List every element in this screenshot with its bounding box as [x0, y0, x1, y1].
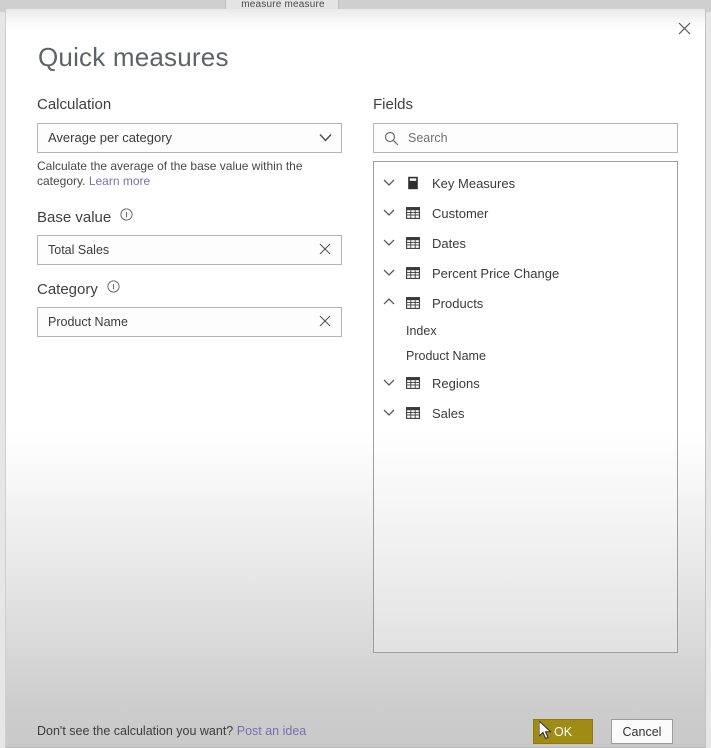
- fields-tree: Key Measures Customer Dates Percent Price C…: [374, 168, 677, 428]
- field-tree-label: Customer: [432, 205, 489, 221]
- table-icon: [406, 296, 420, 310]
- field-tree-label: Key Measures: [432, 175, 516, 191]
- field-tree-label: Products: [432, 295, 484, 311]
- base-value-heading-text: Base value: [37, 209, 112, 226]
- chevron-down-icon[interactable]: [383, 376, 397, 390]
- info-icon[interactable]: [120, 208, 133, 221]
- category-field-value: Product Name: [48, 315, 128, 329]
- chevron-down-icon[interactable]: [383, 236, 397, 250]
- field-tree-label: Regions: [432, 375, 480, 391]
- base-value-field[interactable]: Total Sales: [37, 235, 342, 265]
- field-tree-label: Percent Price Change: [432, 265, 560, 281]
- dialog-top-shade: [6, 9, 705, 31]
- category-heading: Category: [37, 280, 120, 298]
- quick-measures-dialog: Quick measures Calculation Average per c…: [5, 9, 706, 748]
- chevron-down-icon[interactable]: [383, 176, 397, 190]
- field-tree-table[interactable]: Customer: [374, 198, 677, 228]
- search-input[interactable]: Search: [373, 123, 678, 153]
- learn-more-link[interactable]: Learn more: [89, 174, 150, 188]
- table-icon: [406, 236, 420, 250]
- field-tree-table[interactable]: Key Measures: [374, 168, 677, 198]
- info-icon[interactable]: [107, 280, 120, 293]
- calculation-selected-value: Average per category: [48, 130, 173, 145]
- calculation-dropdown[interactable]: Average per category: [37, 123, 342, 153]
- field-tree-table[interactable]: Products: [374, 288, 677, 318]
- field-tree-label: Index: [406, 323, 437, 338]
- category-field[interactable]: Product Name: [37, 307, 342, 337]
- post-an-idea-link[interactable]: Post an idea: [237, 724, 307, 738]
- table-icon: [406, 376, 420, 390]
- ok-button[interactable]: OK: [533, 719, 593, 744]
- screen: measure measure Quick measures Calculati…: [0, 0, 711, 748]
- field-tree-table[interactable]: Sales: [374, 398, 677, 428]
- field-tree-label: Product Name: [406, 348, 486, 363]
- chevron-down-icon[interactable]: [383, 206, 397, 220]
- clear-base-value-icon[interactable]: [319, 243, 333, 257]
- search-placeholder: Search: [408, 131, 448, 145]
- chevron-down-icon[interactable]: [383, 266, 397, 280]
- cancel-button[interactable]: Cancel: [611, 719, 673, 744]
- category-heading-text: Category: [37, 281, 98, 298]
- clear-category-icon[interactable]: [319, 315, 333, 329]
- measure-folder-icon: [406, 176, 420, 190]
- fields-tree-panel[interactable]: Key Measures Customer Dates Percent Price C…: [373, 161, 678, 653]
- calculation-description-text: Calculate the average of the base value …: [37, 159, 303, 173]
- base-value-field-value: Total Sales: [48, 243, 110, 257]
- base-value-heading: Base value: [37, 208, 133, 226]
- table-icon: [406, 206, 420, 220]
- field-tree-table[interactable]: Dates: [374, 228, 677, 258]
- chevron-up-icon[interactable]: [383, 296, 397, 310]
- field-tree-item[interactable]: Product Name: [374, 343, 677, 368]
- table-icon: [406, 266, 420, 280]
- table-icon: [406, 406, 420, 420]
- field-tree-table[interactable]: Regions: [374, 368, 677, 398]
- field-tree-label: Sales: [432, 405, 465, 421]
- footer-prompt: Don't see the calculation you want? Post…: [37, 724, 306, 738]
- calculation-heading: Calculation: [37, 96, 112, 113]
- chevron-down-icon[interactable]: [383, 406, 397, 420]
- field-tree-table[interactable]: Percent Price Change: [374, 258, 677, 288]
- fields-heading: Fields: [373, 96, 414, 113]
- field-tree-item[interactable]: Index: [374, 318, 677, 343]
- search-icon: [384, 131, 399, 146]
- page-title: Quick measures: [38, 42, 229, 72]
- chevron-down-icon: [319, 133, 332, 142]
- calculation-description: Calculate the average of the base value …: [37, 159, 322, 189]
- close-icon[interactable]: [669, 15, 699, 41]
- field-tree-label: Dates: [432, 235, 466, 251]
- calculation-description-text2: category.: [37, 174, 86, 188]
- footer-prompt-text: Don't see the calculation you want?: [37, 724, 234, 738]
